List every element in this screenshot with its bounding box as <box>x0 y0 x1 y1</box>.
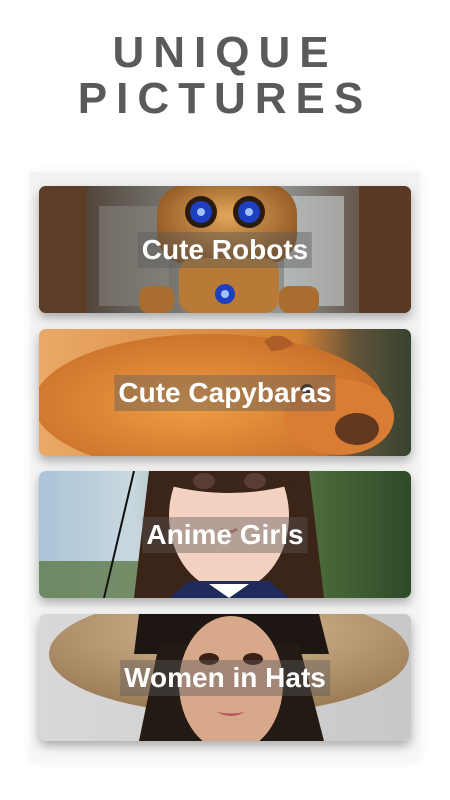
category-card-women-in-hats[interactable]: Women in Hats <box>39 614 411 741</box>
app-screen: UNIQUE PICTURES Cute Robots Cute Capybar… <box>0 0 450 800</box>
category-label: Cute Capybaras <box>114 374 336 411</box>
category-card-cute-robots[interactable]: Cute Robots <box>39 186 411 313</box>
category-label: Cute Robots <box>137 231 313 268</box>
category-label: Women in Hats <box>120 659 330 696</box>
title-line-1: UNIQUE <box>112 28 338 77</box>
category-card-cute-capybaras[interactable]: Cute Capybaras <box>39 329 411 456</box>
category-label: Anime Girls <box>142 516 308 553</box>
page-title: UNIQUE PICTURES <box>0 30 450 122</box>
title-line-2: PICTURES <box>77 74 373 123</box>
category-card-anime-girls[interactable]: Anime Girls <box>39 471 411 598</box>
